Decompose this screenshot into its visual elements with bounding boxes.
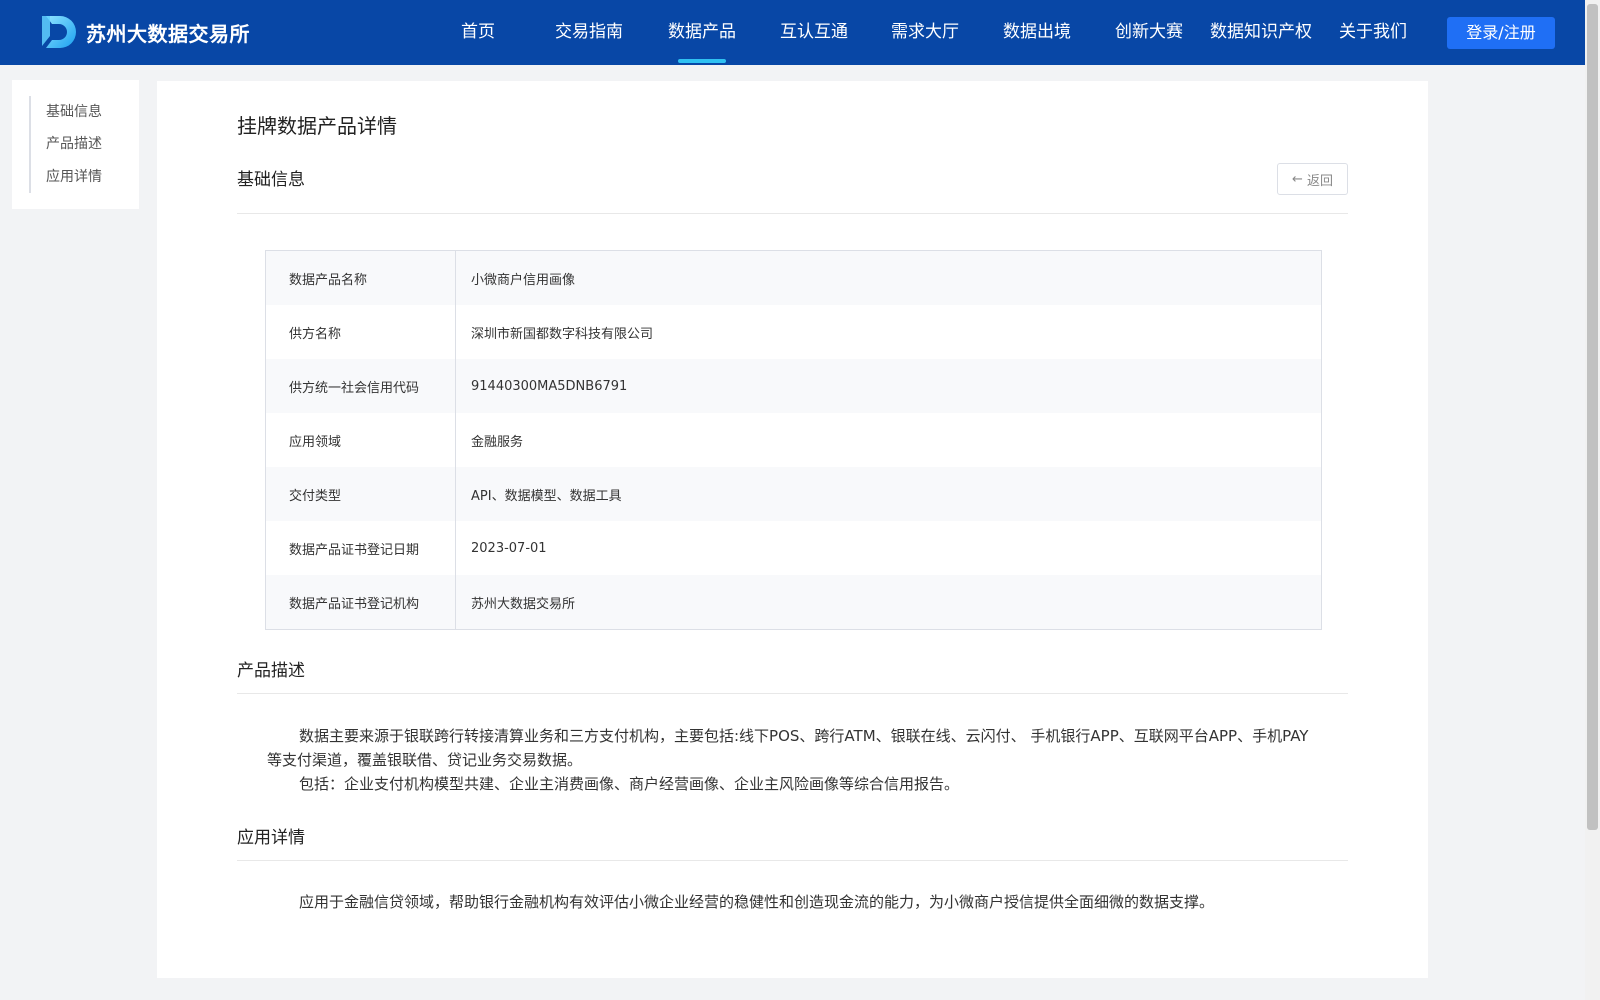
table-row: 数据产品名称 小微商户信用画像 bbox=[265, 250, 1322, 305]
row-label: 数据产品证书登记机构 bbox=[265, 575, 456, 630]
nav-data-ip[interactable]: 数据知识产权 bbox=[1210, 0, 1312, 65]
back-button[interactable]: ← 返回 bbox=[1277, 163, 1348, 195]
anchor-line bbox=[29, 96, 31, 193]
nav-data-products[interactable]: 数据产品 bbox=[668, 0, 736, 65]
anchor-application-details[interactable]: 应用详情 bbox=[46, 166, 102, 186]
description-paragraph: 包括：企业支付机构模型共建、企业主消费画像、商户经营画像、企业主风险画像等综合信… bbox=[299, 775, 960, 793]
nav-demand-hall[interactable]: 需求大厅 bbox=[891, 0, 959, 65]
anchor-basic-info[interactable]: 基础信息 bbox=[46, 101, 102, 121]
row-label: 交付类型 bbox=[265, 467, 456, 521]
section-title-basic-info: 基础信息 bbox=[237, 170, 305, 190]
row-value: 深圳市新国都数字科技有限公司 bbox=[455, 305, 1322, 359]
application-paragraph: 应用于金融信贷领域，帮助银行金融机构有效评估小微企业经营的稳健性和创造现金流的能… bbox=[299, 893, 1215, 911]
nav-innovation-contest[interactable]: 创新大赛 bbox=[1115, 0, 1183, 65]
basic-info-table: 数据产品名称 小微商户信用画像 供方名称 深圳市新国都数字科技有限公司 供方统一… bbox=[265, 250, 1322, 630]
page-scrollbar[interactable] bbox=[1585, 0, 1600, 1000]
row-label: 供方统一社会信用代码 bbox=[265, 359, 456, 413]
scrollbar-thumb[interactable] bbox=[1587, 4, 1598, 830]
section-anchor-nav: 基础信息 产品描述 应用详情 bbox=[12, 80, 139, 209]
active-nav-indicator bbox=[678, 59, 726, 63]
section-divider bbox=[237, 213, 1348, 214]
table-row: 数据产品证书登记机构 苏州大数据交易所 bbox=[265, 575, 1322, 630]
section-divider bbox=[237, 860, 1348, 861]
back-label: 返回 bbox=[1306, 173, 1333, 189]
row-value: 2023-07-01 bbox=[455, 521, 1322, 575]
table-row: 交付类型 API、数据模型、数据工具 bbox=[265, 467, 1322, 521]
description-paragraph: 数据主要来源于银联跨行转接清算业务和三方支付机构，主要包括:线下POS、跨行AT… bbox=[267, 727, 1309, 769]
table-row: 供方统一社会信用代码 91440300MA5DNB6791 bbox=[265, 359, 1322, 413]
row-value: 苏州大数据交易所 bbox=[455, 575, 1322, 630]
page-title: 挂牌数据产品详情 bbox=[237, 114, 397, 138]
row-value: 金融服务 bbox=[455, 413, 1322, 467]
anchor-product-description[interactable]: 产品描述 bbox=[46, 133, 102, 153]
application-details-text: 应用于金融信贷领域，帮助银行金融机构有效评估小微企业经营的稳健性和创造现金流的能… bbox=[267, 890, 1319, 914]
row-label: 数据产品证书登记日期 bbox=[265, 521, 456, 575]
row-label: 数据产品名称 bbox=[265, 250, 456, 305]
main-nav: 首页 交易指南 数据产品 互认互通 需求大厅 数据出境 创新大赛 数据知识产权 … bbox=[0, 0, 1585, 65]
table-row: 供方名称 深圳市新国都数字科技有限公司 bbox=[265, 305, 1322, 359]
arrow-left-icon: ← bbox=[1292, 171, 1303, 187]
login-register-button[interactable]: 登录/注册 bbox=[1447, 17, 1555, 49]
row-value: 91440300MA5DNB6791 bbox=[455, 359, 1322, 413]
row-value: API、数据模型、数据工具 bbox=[455, 467, 1322, 521]
top-header: 苏州大数据交易所 首页 交易指南 数据产品 互认互通 需求大厅 数据出境 创新大… bbox=[0, 0, 1585, 65]
product-detail-panel: 挂牌数据产品详情 基础信息 ← 返回 数据产品名称 小微商户信用画像 供方名称 … bbox=[157, 81, 1428, 978]
nav-about-us[interactable]: 关于我们 bbox=[1339, 0, 1407, 65]
row-label: 应用领域 bbox=[265, 413, 456, 467]
nav-home[interactable]: 首页 bbox=[461, 0, 495, 65]
table-row: 数据产品证书登记日期 2023-07-01 bbox=[265, 521, 1322, 575]
section-title-application-details: 应用详情 bbox=[237, 828, 305, 848]
row-value: 小微商户信用画像 bbox=[455, 250, 1322, 305]
nav-trading-guide[interactable]: 交易指南 bbox=[555, 0, 623, 65]
nav-mutual-recognition[interactable]: 互认互通 bbox=[780, 0, 848, 65]
row-label: 供方名称 bbox=[265, 305, 456, 359]
section-title-product-description: 产品描述 bbox=[237, 661, 305, 681]
table-row: 应用领域 金融服务 bbox=[265, 413, 1322, 467]
product-description-text: 数据主要来源于银联跨行转接清算业务和三方支付机构，主要包括:线下POS、跨行AT… bbox=[267, 724, 1319, 796]
nav-data-export[interactable]: 数据出境 bbox=[1003, 0, 1071, 65]
section-divider bbox=[237, 693, 1348, 694]
